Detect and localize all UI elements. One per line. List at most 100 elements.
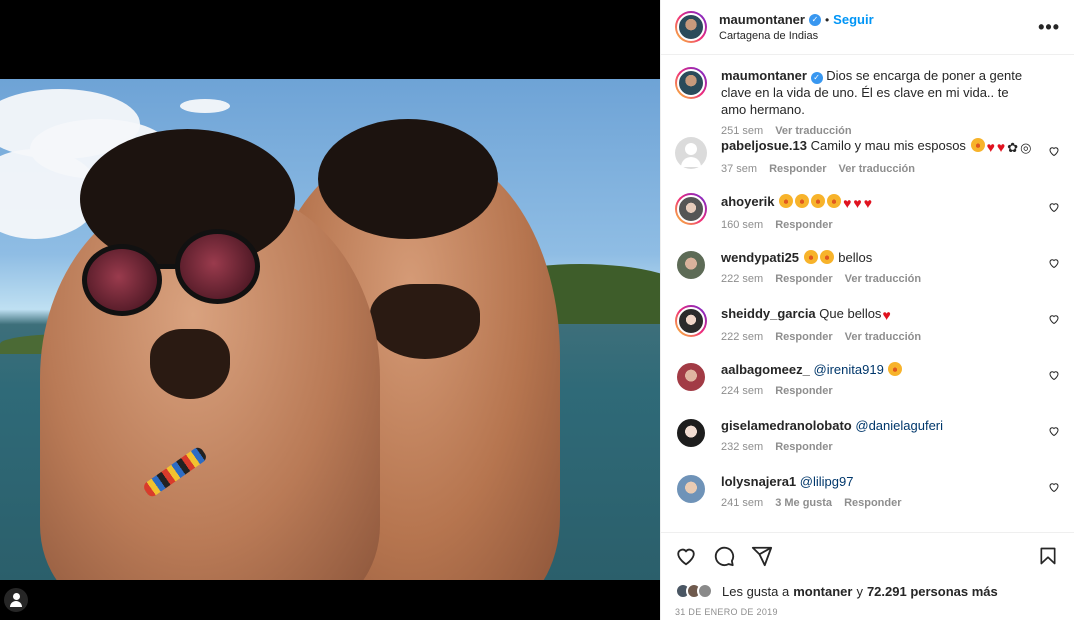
like-comment-icon[interactable] xyxy=(1048,257,1060,269)
post-details-panel: maumontaner ✓ • Seguir Cartagena de Indi… xyxy=(660,0,1074,620)
post-photo[interactable] xyxy=(0,79,660,580)
likes-count[interactable]: 72.291 personas más xyxy=(867,584,998,599)
sunglasses-lens xyxy=(82,244,162,316)
reply-button[interactable]: Responder xyxy=(775,273,832,285)
like-comment-icon[interactable] xyxy=(1048,481,1060,493)
translate-link[interactable]: Ver traducción xyxy=(839,163,915,175)
beard xyxy=(370,284,480,359)
red-heart-emoji: ♥ xyxy=(863,195,873,211)
comment-row: sheiddy_garcia Que bellos♥ 222 sem Respo… xyxy=(675,305,1060,361)
sunglasses-bridge xyxy=(158,264,180,269)
caption: maumontaner ✓ Dios se encarga de poner a… xyxy=(675,67,1060,137)
comment-time[interactable]: 222 sem xyxy=(721,273,763,285)
location-link[interactable]: Cartagena de Indias xyxy=(719,30,874,42)
comment-text: Que bellos xyxy=(819,306,882,321)
share-icon[interactable] xyxy=(751,545,773,567)
follow-button[interactable]: Seguir xyxy=(833,12,873,27)
avatar[interactable] xyxy=(675,417,707,449)
comment-username[interactable]: ahoyerik xyxy=(721,194,774,209)
comment-username[interactable]: lolysnajera1 xyxy=(721,474,796,489)
like-comment-icon[interactable] xyxy=(1048,201,1060,213)
reply-button[interactable]: Responder xyxy=(775,331,832,343)
sunglasses-lens xyxy=(175,229,260,304)
like-comment-icon[interactable] xyxy=(1048,369,1060,381)
reply-button[interactable]: Responder xyxy=(844,497,901,509)
caption-username[interactable]: maumontaner xyxy=(721,68,807,83)
beard xyxy=(150,329,230,399)
user-tag-icon[interactable] xyxy=(4,588,28,612)
heart-eyes-emoji xyxy=(811,194,826,208)
verified-icon: ✓ xyxy=(810,71,823,84)
avatar[interactable] xyxy=(675,11,707,43)
like-comment-icon[interactable] xyxy=(1048,145,1060,157)
caption-time[interactable]: 251 sem xyxy=(721,125,763,137)
caption-text: maumontaner ✓ Dios se encarga de poner a… xyxy=(721,67,1036,118)
avatar[interactable] xyxy=(675,361,707,393)
liker-avatars xyxy=(675,583,713,599)
reply-button[interactable]: Responder xyxy=(769,163,826,175)
translate-link[interactable]: Ver traducción xyxy=(845,273,921,285)
likes-connector: y xyxy=(856,583,863,599)
comment-text: Camilo y mau mis esposos xyxy=(810,138,966,153)
comment-time[interactable]: 37 sem xyxy=(721,163,757,175)
avatar[interactable] xyxy=(675,473,707,505)
comment-mention[interactable]: @irenita919 xyxy=(814,362,884,377)
heart-eyes-emoji xyxy=(827,194,842,208)
comment-username[interactable]: aalbagomeez_ xyxy=(721,362,810,377)
heart-icon[interactable] xyxy=(675,545,697,567)
avatar[interactable] xyxy=(675,137,707,169)
comment-row: ahoyerik ♥ ♥ ♥ 160 sem Responder xyxy=(675,193,1060,249)
likes-user[interactable]: montaner xyxy=(793,584,852,599)
avatar[interactable] xyxy=(675,67,707,99)
comment-username[interactable]: wendypati25 xyxy=(721,250,799,265)
like-comment-icon[interactable] xyxy=(1048,313,1060,325)
red-heart-emoji: ♥ xyxy=(986,139,995,155)
likes-summary[interactable]: Les gusta a montaner y 72.291 personas m… xyxy=(675,583,1060,599)
avatar[interactable] xyxy=(675,193,707,225)
heart-eyes-emoji xyxy=(819,250,834,264)
comment-icon[interactable] xyxy=(713,545,735,567)
translate-link[interactable]: Ver traducción xyxy=(775,125,851,137)
heart-eyes-emoji xyxy=(779,194,794,208)
header-username[interactable]: maumontaner xyxy=(719,12,805,27)
comment-time[interactable]: 232 sem xyxy=(721,441,763,453)
bookmark-icon[interactable] xyxy=(1038,545,1058,567)
comment-mention[interactable]: @lilipg97 xyxy=(800,474,854,489)
post-header: maumontaner ✓ • Seguir Cartagena de Indi… xyxy=(661,0,1074,55)
post-modal: maumontaner ✓ • Seguir Cartagena de Indi… xyxy=(0,0,1074,620)
comment-time[interactable]: 224 sem xyxy=(721,385,763,397)
bouquet-emoji: ✿ xyxy=(1007,140,1019,155)
comment-likes[interactable]: 3 Me gusta xyxy=(775,497,832,509)
comment-username[interactable]: giselamedranolobato xyxy=(721,418,852,433)
like-comment-icon[interactable] xyxy=(1048,425,1060,437)
more-options-icon[interactable]: ••• xyxy=(1038,17,1060,38)
comment-time[interactable]: 222 sem xyxy=(721,331,763,343)
red-heart-emoji: ♥ xyxy=(853,195,862,211)
heart-eyes-emoji xyxy=(888,362,903,376)
heart-eyes-emoji xyxy=(803,250,818,264)
comment-username[interactable]: sheiddy_garcia xyxy=(721,306,816,321)
reply-button[interactable]: Responder xyxy=(775,219,832,231)
comment-row: pabeljosue.13 Camilo y mau mis esposos ♥… xyxy=(675,137,1060,193)
post-media xyxy=(0,0,660,620)
heart-eyes-emoji xyxy=(795,194,810,208)
translate-link[interactable]: Ver traducción xyxy=(845,331,921,343)
red-heart-emoji: ♥ xyxy=(996,139,1006,155)
comment-username[interactable]: pabeljosue.13 xyxy=(721,138,807,153)
post-date[interactable]: 31 DE ENERO DE 2019 xyxy=(675,607,1060,617)
comment-mention[interactable]: @danielaguferi xyxy=(855,418,943,433)
comment-row: giselamedranolobato @danielaguferi 232 s… xyxy=(675,417,1060,473)
comment-time[interactable]: 241 sem xyxy=(721,497,763,509)
comment-time[interactable]: 160 sem xyxy=(721,219,763,231)
avatar[interactable] xyxy=(675,305,707,337)
avatar[interactable] xyxy=(675,249,707,281)
reply-button[interactable]: Responder xyxy=(775,385,832,397)
comment-row: aalbagomeez_ @irenita919 224 sem Respond… xyxy=(675,361,1060,417)
cloud xyxy=(180,99,230,113)
hair xyxy=(318,119,498,239)
comment-text: bellos xyxy=(838,250,873,265)
likes-prefix: Les gusta a xyxy=(722,583,790,599)
header-text: maumontaner ✓ • Seguir Cartagena de Indi… xyxy=(719,12,874,42)
comment-row: lolysnajera1 @lilipg97 241 sem 3 Me gust… xyxy=(675,473,1060,529)
reply-button[interactable]: Responder xyxy=(775,441,832,453)
